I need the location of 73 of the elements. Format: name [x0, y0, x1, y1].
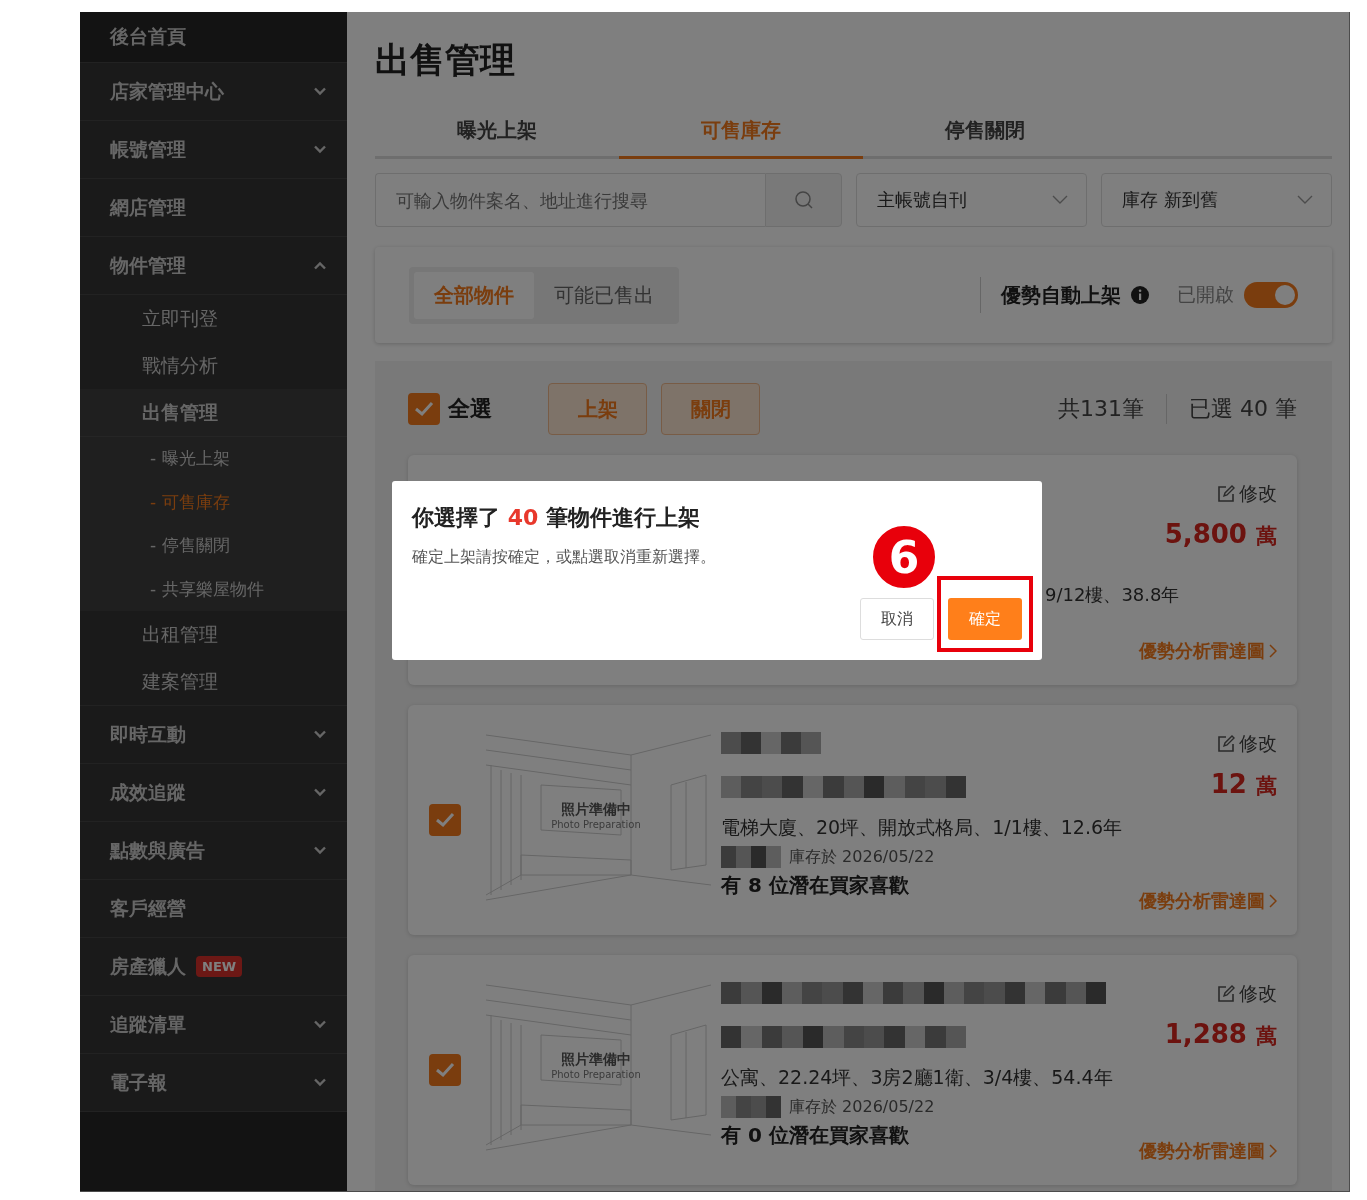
buyer-count: 有 0 位潛在買家喜歡	[721, 1122, 910, 1149]
sidebar-item[interactable]: 物件管理	[80, 237, 347, 295]
sidebar-item[interactable]: 客戶經營	[80, 880, 347, 938]
page-title: 出售管理	[375, 39, 516, 82]
dropdown[interactable]: 庫存 新到舊	[1101, 173, 1332, 227]
stock-date: 庫存於 2026/05/22	[789, 846, 935, 868]
toggle-label: 已開啟	[1177, 282, 1234, 307]
segment-button[interactable]: 可能已售出	[534, 271, 674, 319]
sidebar-item[interactable]: 點數與廣告	[80, 822, 347, 880]
sidebar-item[interactable]: 店家管理中心	[80, 63, 347, 121]
sidebar-label: 電子報	[110, 1069, 167, 1095]
sidebar-label: 後台首頁	[110, 24, 186, 49]
photo-title: 照片準備中	[561, 1050, 631, 1069]
sidebar-subitem[interactable]: - 停售關閉	[80, 524, 347, 568]
dialog-message: 確定上架請按確定，或點選取消重新選擇。	[412, 547, 716, 568]
confirm-button[interactable]: 確定	[948, 598, 1022, 640]
listing-specs: 公寓、22.24坪、3房2廳1衛、3/4樓、54.4年	[721, 1065, 1114, 1090]
sidebar-item[interactable]: 電子報	[80, 1054, 347, 1112]
sidebar-item[interactable]: 網店管理	[80, 179, 347, 237]
buyer-count: 有 8 位潛在買家喜歡	[721, 872, 910, 899]
sidebar-label: 追蹤清單	[110, 1011, 186, 1037]
sidebar-label: 點數與廣告	[110, 837, 205, 863]
sidebar-item[interactable]: 成效追蹤	[80, 764, 347, 822]
cancel-button[interactable]: 取消	[860, 598, 934, 640]
listing-specs: 電梯大廈、20坪、開放式格局、1/1樓、12.6年	[721, 815, 1124, 840]
dialog-title: 你選擇了 40 筆物件進行上架	[412, 504, 701, 532]
action-button[interactable]: 上架	[548, 383, 647, 435]
photo-title: 照片準備中	[561, 800, 631, 819]
select-all-label: 全選	[448, 395, 492, 423]
sidebar-subitem[interactable]: 立即刊登	[80, 295, 347, 342]
total-count: 共131筆	[1058, 395, 1144, 423]
radar-chart-link[interactable]: 優勢分析雷達圖	[1139, 639, 1277, 663]
photo-subtitle: Photo Preparation	[551, 1068, 641, 1080]
listing-price: 12 萬	[1210, 769, 1277, 800]
sidebar-label: 房產獵人	[110, 953, 186, 979]
radar-chart-link[interactable]: 優勢分析雷達圖	[1139, 1139, 1277, 1163]
segment-button[interactable]: 全部物件	[414, 271, 534, 319]
edit-button[interactable]: 修改	[1217, 731, 1277, 757]
sidebar-subitem[interactable]: - 可售庫存	[80, 480, 347, 524]
action-button[interactable]: 關閉	[661, 383, 760, 435]
edit-button[interactable]: 修改	[1217, 981, 1277, 1007]
sidebar-label: 帳號管理	[110, 136, 186, 162]
stock-date: 庫存於 2026/05/22	[789, 1096, 935, 1118]
sidebar-label: 店家管理中心	[110, 78, 224, 104]
edit-button[interactable]: 修改	[1217, 481, 1277, 507]
listing-specs: 9/12樓、38.8年	[1045, 583, 1180, 607]
search-field[interactable]: 可輸入物件案名、地址進行搜尋	[375, 173, 765, 227]
selected-count: 已選 40 筆	[1166, 394, 1297, 424]
sidebar-label: 成效追蹤	[110, 779, 186, 805]
tab[interactable]: 可售庫存	[619, 104, 863, 159]
sidebar-subitem[interactable]: 出租管理	[80, 611, 347, 658]
sidebar-item[interactable]: 帳號管理	[80, 121, 347, 179]
sidebar-label: 網店管理	[110, 194, 186, 220]
new-badge: NEW	[196, 956, 243, 977]
sidebar-label: 物件管理	[110, 252, 186, 278]
tab[interactable]: 停售關閉	[863, 104, 1107, 159]
listing-price: 1,288 萬	[1164, 1019, 1277, 1050]
sidebar-subitem[interactable]: - 曝光上架	[80, 437, 347, 481]
tab[interactable]: 曝光上架	[375, 104, 619, 159]
photo-subtitle: Photo Preparation	[551, 818, 641, 830]
auto-list-label: 優勢自動上架	[1001, 281, 1121, 309]
listing-price: 5,800 萬	[1164, 519, 1277, 550]
sidebar-subitem[interactable]: 出售管理	[80, 389, 347, 437]
radar-chart-link[interactable]: 優勢分析雷達圖	[1139, 889, 1277, 913]
sidebar-subitem[interactable]: - 共享樂屋物件	[80, 567, 347, 611]
sidebar-item[interactable]: 追蹤清單	[80, 996, 347, 1054]
sidebar-item[interactable]: 房產獵人 NEW	[80, 938, 347, 996]
sidebar-subitem[interactable]: 建案管理	[80, 658, 347, 705]
sidebar-label: 即時互動	[110, 721, 186, 747]
dropdown[interactable]: 主帳號自刊	[856, 173, 1087, 227]
sidebar-item[interactable]: 即時互動	[80, 706, 347, 764]
sidebar-label: 客戶經營	[110, 895, 186, 921]
sidebar-subitem[interactable]: 戰情分析	[80, 342, 347, 389]
